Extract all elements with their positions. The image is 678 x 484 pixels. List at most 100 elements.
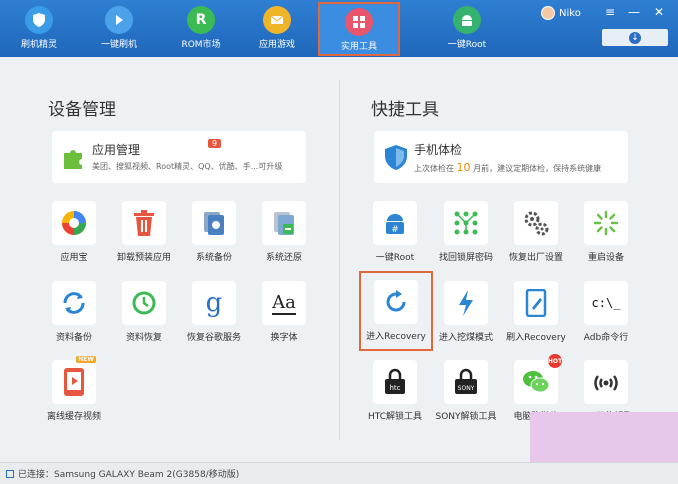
nav-shuajijingling[interactable]: 刷机精灵 [7, 6, 71, 54]
tool-label: 系统备份 [195, 253, 232, 263]
tool-label: 换字体 [270, 333, 298, 343]
history-icon [122, 281, 166, 325]
tool-label: 进入挖煤模式 [438, 333, 493, 343]
card-title: 手机体检 [414, 143, 463, 157]
hot-badge: HOT [548, 354, 562, 368]
nav-rom-market[interactable]: R ROM市场 [169, 6, 233, 54]
device-management-title: 设备管理 [48, 100, 116, 120]
yingyongbao-icon [52, 201, 96, 245]
tool-uninstall-preinstalled[interactable]: 卸载预装应用 [104, 201, 184, 263]
svg-text:#: # [391, 225, 399, 235]
quick-tools-title: 快捷工具 [371, 100, 439, 120]
status-bar: 已连接：Samsung GALAXY Beam 2(G3858/移动版) [0, 462, 678, 484]
tool-label: 进入Recovery [366, 332, 426, 342]
card-subtitle: 上次体检在 10 月前，建议定期体检，保持系统健康 [414, 161, 602, 174]
android-icon [453, 6, 481, 34]
tool-label: 一键Root [375, 253, 415, 263]
nav-label: 实用工具 [340, 42, 377, 52]
video-phone-icon: NEW [52, 356, 96, 404]
puzzle-icon [64, 150, 82, 169]
font-icon: Aa [262, 281, 306, 325]
app-management-card[interactable]: 应用管理 9 美团、搜狐视频、Root精灵、QQ、优酷、手...可升级 [52, 131, 306, 183]
android-root-icon: # [373, 201, 417, 245]
connection-status: 已连接：Samsung GALAXY Beam 2(G3858/移动版) [18, 470, 240, 480]
tool-label: 资料备份 [55, 333, 92, 343]
lightning-icon [444, 281, 488, 325]
watermark-overlay [530, 412, 678, 462]
htc-lock-icon: htc [373, 360, 417, 404]
update-count-badge: 9 [208, 139, 222, 148]
envelope-icon [263, 6, 291, 34]
phone-edit-icon [514, 281, 558, 325]
tool-restore-google-services[interactable]: g 恢复谷歌服务 [174, 281, 254, 343]
tool-label: 离线缓存视频 [46, 412, 101, 422]
sync-icon [52, 281, 96, 325]
reboot-spinner-icon [584, 201, 628, 245]
nav-label: 一键Root [447, 40, 487, 50]
tool-system-backup[interactable]: 系统备份 [174, 201, 254, 263]
shield-logo-icon [25, 6, 53, 34]
phone-checkup-card[interactable]: 手机体检 上次体检在 10 月前，建议定期体检，保持系统健康 [374, 131, 628, 183]
tool-flash-recovery[interactable]: 刷入Recovery [496, 281, 576, 343]
gears-icon [514, 201, 558, 245]
tool-change-font[interactable]: Aa 换字体 [244, 281, 324, 343]
tool-adb-command[interactable]: c:\_ Adb命令行 [566, 281, 646, 343]
tool-htc-unlock[interactable]: htc HTC解锁工具 [355, 360, 435, 422]
download-button[interactable]: ↓ [602, 29, 668, 46]
tool-label: SONY解锁工具 [435, 412, 497, 422]
sony-lock-icon: SONY [444, 360, 488, 404]
tool-data-backup[interactable]: 资料备份 [34, 281, 114, 343]
nav-one-key-root[interactable]: 一键Root [432, 6, 502, 54]
rom-r-icon: R [187, 6, 215, 34]
play-arrow-icon [105, 6, 133, 34]
nav-apps-games[interactable]: 应用游戏 [245, 6, 309, 54]
user-name: Niko [559, 7, 581, 19]
tool-recover-lock-password[interactable]: 找回锁屏密码 [426, 201, 506, 263]
avatar [541, 6, 555, 20]
phone-connected-icon [6, 469, 14, 478]
nav-label: ROM市场 [181, 40, 221, 50]
tool-label: 重启设备 [587, 253, 624, 263]
tool-reboot-device[interactable]: 重启设备 [566, 201, 646, 263]
tool-sony-unlock[interactable]: SONY SONY解锁工具 [426, 360, 506, 422]
tool-factory-reset[interactable]: 恢复出厂设置 [496, 201, 576, 263]
tool-label: Adb命令行 [583, 333, 629, 343]
tool-label: 刷入Recovery [506, 333, 566, 343]
close-icon[interactable]: ✕ [652, 5, 666, 19]
svg-text:htc: htc [389, 384, 400, 392]
tool-data-restore[interactable]: 资料恢复 [104, 281, 184, 343]
wechat-icon: HOT [514, 354, 562, 404]
system-restore-icon [262, 201, 306, 245]
nav-label: 应用游戏 [258, 40, 295, 50]
nav-tools[interactable]: 实用工具 [318, 2, 400, 56]
nav-yijianshuaji[interactable]: 一键刷机 [87, 6, 151, 54]
refresh-arrow-icon [374, 280, 418, 324]
trash-icon [122, 201, 166, 245]
svg-text:SONY: SONY [458, 385, 475, 392]
tool-enter-recovery[interactable]: 进入Recovery [359, 271, 433, 351]
tool-system-restore[interactable]: 系统还原 [244, 201, 324, 263]
nav-label: 一键刷机 [100, 40, 137, 50]
tool-label: 系统还原 [265, 253, 302, 263]
system-backup-icon [192, 201, 236, 245]
tool-label: 应用宝 [60, 253, 88, 263]
new-badge: NEW [76, 356, 96, 363]
menu-icon[interactable]: ≡ [603, 5, 617, 19]
card-title: 应用管理 [92, 143, 141, 157]
tool-label: 卸载预装应用 [116, 253, 171, 263]
nav-label: 刷机精灵 [20, 40, 57, 50]
tool-enter-download-mode[interactable]: 进入挖煤模式 [426, 281, 506, 343]
tool-label: HTC解锁工具 [367, 412, 423, 422]
tool-label: 恢复谷歌服务 [186, 333, 241, 343]
tool-label: 找回锁屏密码 [438, 253, 493, 263]
minimize-icon[interactable]: — [627, 5, 641, 19]
user-account[interactable]: Niko [541, 6, 581, 20]
wifi-key-icon [584, 360, 628, 404]
section-divider [339, 80, 340, 440]
tool-one-key-root[interactable]: # 一键Root [355, 201, 435, 263]
google-g-icon: g [192, 281, 236, 325]
shield-check-icon [385, 145, 407, 170]
tool-yingyongbao[interactable]: 应用宝 [34, 201, 114, 263]
tool-offline-video[interactable]: NEW 离线缓存视频 [34, 356, 114, 422]
download-arrow-icon: ↓ [629, 31, 641, 44]
